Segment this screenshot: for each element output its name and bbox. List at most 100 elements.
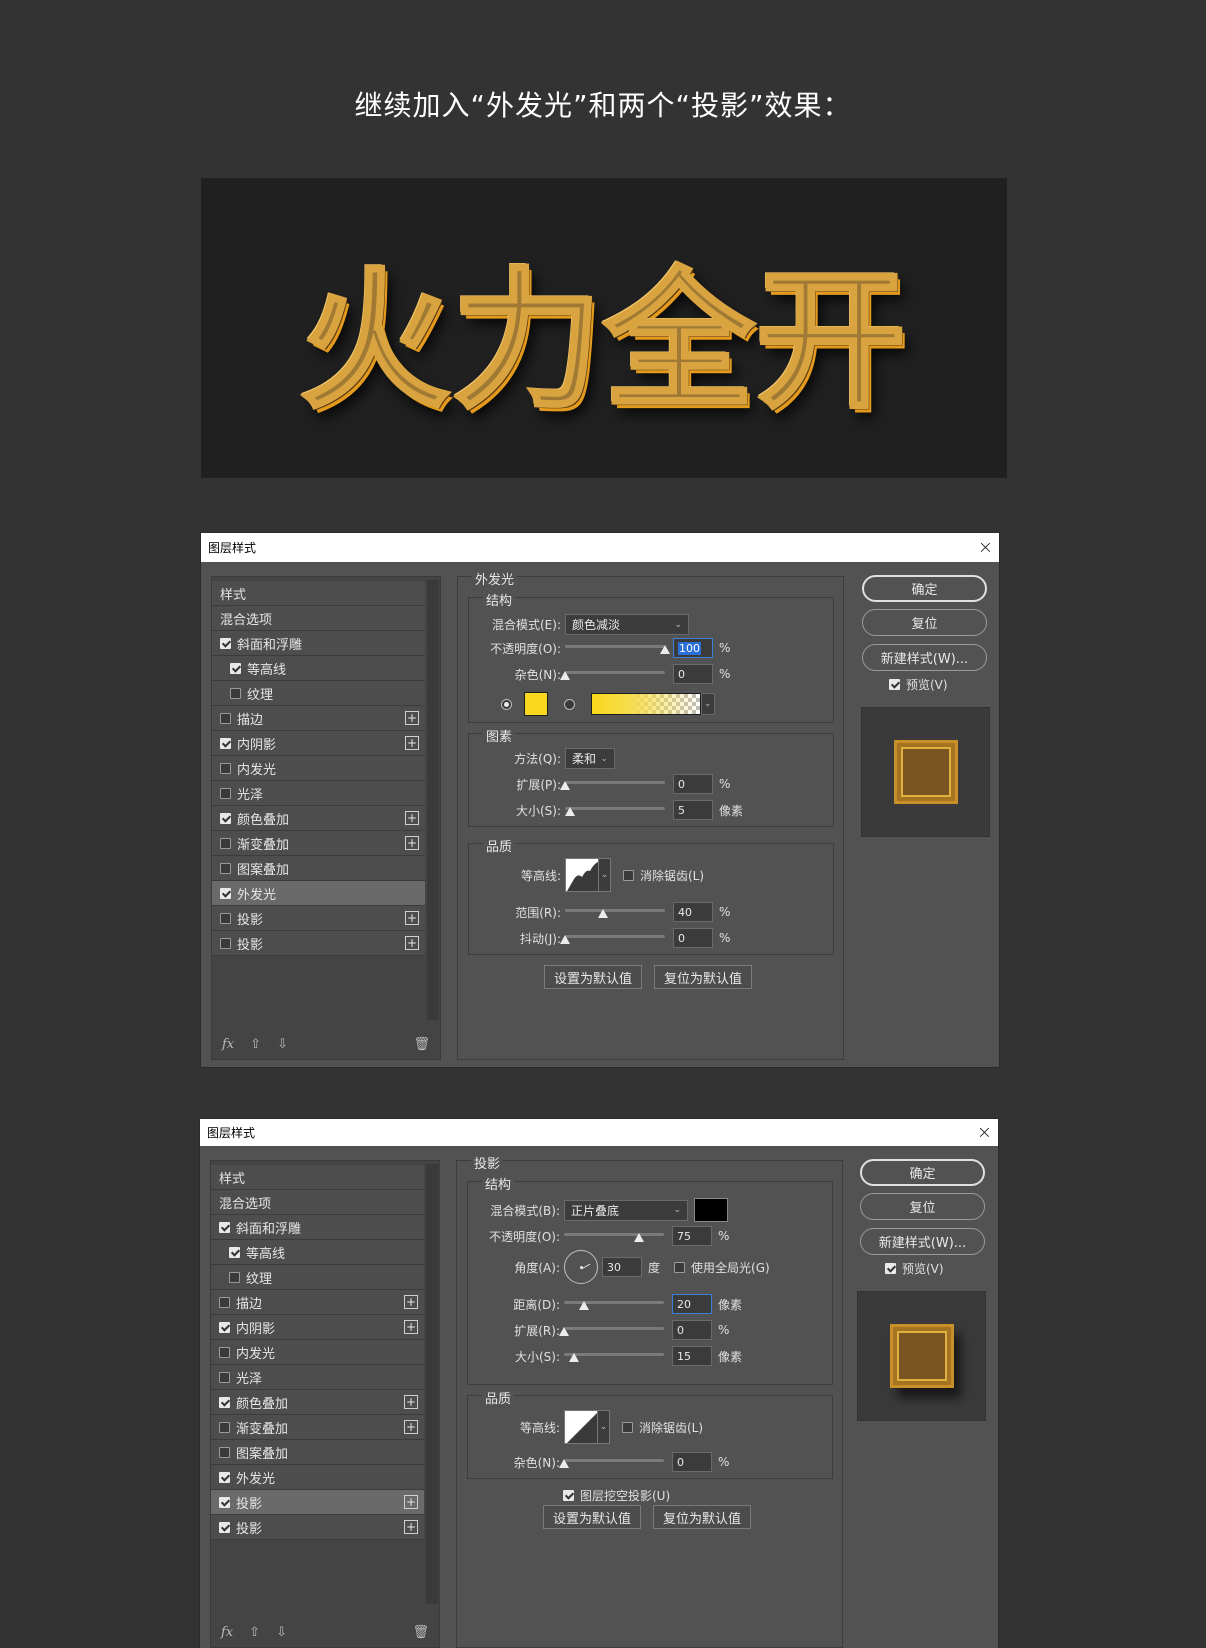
- style-item[interactable]: 投影 +: [211, 1515, 424, 1540]
- size-slider[interactable]: [565, 803, 665, 817]
- style-checkbox[interactable]: [220, 912, 231, 924]
- slider-thumb[interactable]: [565, 807, 575, 816]
- add-effect-icon[interactable]: +: [404, 1420, 418, 1434]
- style-item[interactable]: 光泽: [212, 781, 425, 806]
- style-item[interactable]: 内发光: [211, 1340, 424, 1365]
- style-checkbox[interactable]: [220, 712, 231, 724]
- spread-input[interactable]: 0: [673, 774, 713, 794]
- close-icon[interactable]: ×: [977, 1123, 992, 1142]
- add-effect-icon[interactable]: +: [404, 1495, 418, 1509]
- add-effect-icon[interactable]: +: [405, 836, 419, 850]
- style-item[interactable]: 描边 +: [211, 1290, 424, 1315]
- opacity-input[interactable]: 75: [672, 1226, 712, 1246]
- style-checkbox[interactable]: [220, 762, 231, 774]
- up-arrow-icon[interactable]: ⇧: [250, 1037, 261, 1052]
- style-item[interactable]: 纹理: [211, 1265, 424, 1290]
- slider-thumb[interactable]: [559, 1327, 569, 1336]
- fx-icon[interactable]: fx: [222, 1037, 234, 1052]
- distance-input[interactable]: 20: [672, 1294, 712, 1314]
- new-style-button[interactable]: 新建样式(W)...: [860, 1228, 985, 1255]
- shadow-color-swatch[interactable]: [694, 1198, 728, 1222]
- styles-scrollbar[interactable]: [426, 1164, 438, 1604]
- contour-dropdown[interactable]: ⌄: [599, 858, 611, 892]
- style-item[interactable]: 混合选项: [212, 606, 425, 631]
- style-item[interactable]: 混合选项: [211, 1190, 424, 1215]
- style-item[interactable]: 颜色叠加 +: [211, 1390, 424, 1415]
- down-arrow-icon[interactable]: ⇩: [276, 1625, 287, 1640]
- add-effect-icon[interactable]: +: [405, 936, 419, 950]
- opacity-slider[interactable]: [564, 1229, 664, 1243]
- add-effect-icon[interactable]: +: [405, 811, 419, 825]
- style-checkbox[interactable]: [230, 662, 241, 674]
- contour-preview[interactable]: [565, 858, 599, 892]
- global-light-checkbox[interactable]: [674, 1261, 686, 1273]
- add-effect-icon[interactable]: +: [404, 1520, 418, 1534]
- slider-thumb[interactable]: [598, 909, 608, 918]
- style-checkbox[interactable]: [220, 887, 231, 899]
- slider-thumb[interactable]: [660, 645, 670, 654]
- style-item[interactable]: 外发光: [212, 881, 425, 906]
- antialias-checkbox[interactable]: [623, 869, 634, 881]
- style-checkbox[interactable]: [220, 787, 231, 799]
- ok-button[interactable]: 确定: [862, 575, 987, 602]
- style-item[interactable]: 光泽: [211, 1365, 424, 1390]
- glow-color-swatch[interactable]: [524, 692, 548, 716]
- noise-slider[interactable]: [560, 667, 665, 681]
- style-checkbox[interactable]: [219, 1371, 230, 1383]
- slider-thumb[interactable]: [559, 1459, 569, 1468]
- angle-input[interactable]: 30: [602, 1257, 642, 1277]
- set-default-button[interactable]: 设置为默认值: [544, 965, 642, 989]
- preview-checkbox[interactable]: [885, 1263, 896, 1274]
- distance-slider[interactable]: [564, 1297, 664, 1311]
- style-item[interactable]: 内发光: [212, 756, 425, 781]
- size-input[interactable]: 15: [672, 1346, 712, 1366]
- style-item[interactable]: 纹理: [212, 681, 425, 706]
- contour-preview[interactable]: [564, 1410, 598, 1444]
- slider-thumb[interactable]: [560, 935, 570, 944]
- set-default-button[interactable]: 设置为默认值: [543, 1505, 641, 1529]
- preview-checkbox[interactable]: [889, 679, 900, 690]
- add-effect-icon[interactable]: +: [405, 736, 419, 750]
- opacity-input[interactable]: 100: [673, 638, 713, 658]
- style-item[interactable]: 描边 +: [212, 706, 425, 731]
- blend-mode-select[interactable]: 正片叠底 ⌄: [564, 1199, 688, 1221]
- range-input[interactable]: 40: [673, 902, 713, 922]
- noise-input[interactable]: 0: [673, 664, 713, 684]
- style-item[interactable]: 斜面和浮雕: [211, 1215, 424, 1240]
- style-item[interactable]: 样式: [211, 1165, 424, 1190]
- style-item[interactable]: 等高线: [212, 656, 425, 681]
- style-item[interactable]: 颜色叠加 +: [212, 806, 425, 831]
- style-checkbox[interactable]: [220, 637, 231, 649]
- down-arrow-icon[interactable]: ⇩: [277, 1037, 288, 1052]
- slider-thumb[interactable]: [569, 1353, 579, 1362]
- knockout-toggle[interactable]: 图层挖空投影(U): [563, 1487, 670, 1504]
- style-checkbox[interactable]: [219, 1221, 230, 1233]
- styles-scrollbar[interactable]: [427, 580, 439, 1020]
- glow-gradient-swatch[interactable]: [591, 693, 701, 715]
- style-item[interactable]: 投影 +: [211, 1490, 424, 1515]
- trash-icon[interactable]: 🗑: [413, 1037, 430, 1052]
- preview-toggle[interactable]: 预览(V): [885, 1260, 944, 1277]
- style-item[interactable]: 渐变叠加 +: [212, 831, 425, 856]
- close-icon[interactable]: ×: [978, 538, 993, 557]
- style-checkbox[interactable]: [230, 687, 241, 699]
- style-checkbox[interactable]: [220, 837, 231, 849]
- style-checkbox[interactable]: [220, 812, 231, 824]
- style-item[interactable]: 斜面和浮雕: [212, 631, 425, 656]
- style-checkbox[interactable]: [219, 1396, 230, 1408]
- new-style-button[interactable]: 新建样式(W)...: [862, 644, 987, 671]
- slider-thumb[interactable]: [634, 1233, 644, 1242]
- style-checkbox[interactable]: [219, 1346, 230, 1358]
- style-checkbox[interactable]: [219, 1296, 230, 1308]
- size-slider[interactable]: [564, 1349, 664, 1363]
- style-checkbox[interactable]: [219, 1496, 230, 1508]
- solid-color-radio[interactable]: [501, 698, 512, 710]
- add-effect-icon[interactable]: +: [404, 1395, 418, 1409]
- angle-dial[interactable]: [564, 1250, 598, 1284]
- reset-default-button[interactable]: 复位为默认值: [654, 965, 752, 989]
- jitter-input[interactable]: 0: [673, 928, 713, 948]
- style-item[interactable]: 等高线: [211, 1240, 424, 1265]
- style-item[interactable]: 投影 +: [212, 931, 425, 956]
- style-checkbox[interactable]: [220, 862, 231, 874]
- style-checkbox[interactable]: [219, 1321, 230, 1333]
